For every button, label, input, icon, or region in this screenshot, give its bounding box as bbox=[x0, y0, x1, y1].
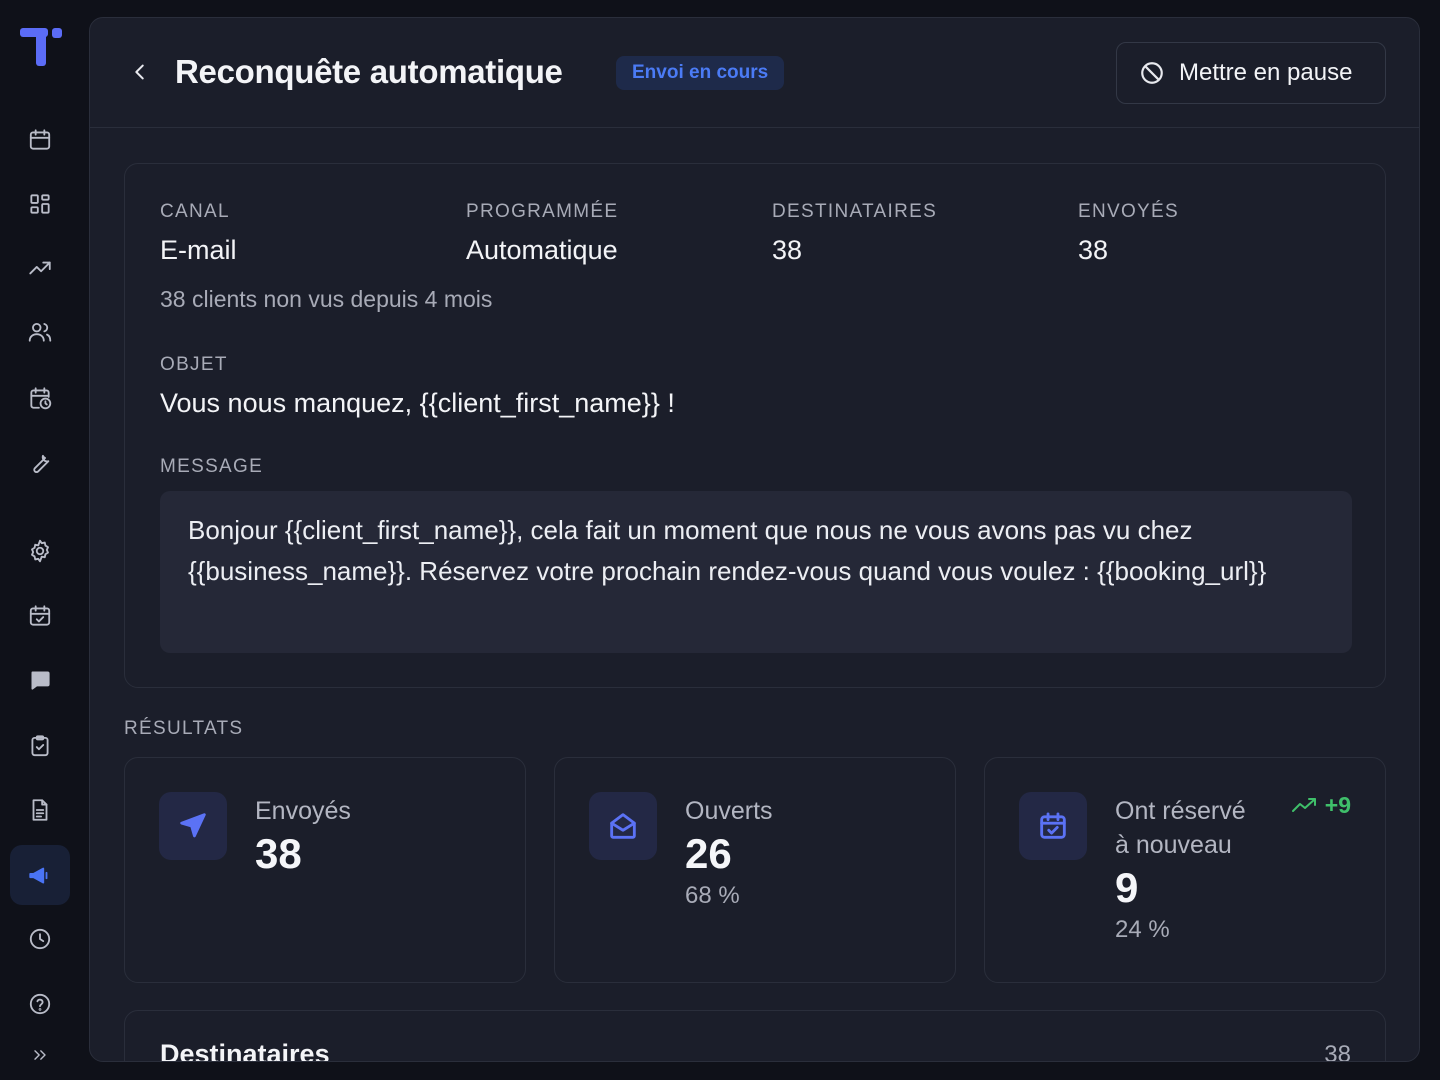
page-title: Reconquête automatique bbox=[175, 53, 563, 90]
megaphone-icon bbox=[29, 867, 48, 884]
recipients-title: Destinataires bbox=[160, 1039, 330, 1062]
sidebar-item-appointments[interactable] bbox=[10, 368, 70, 428]
clock-icon bbox=[29, 928, 51, 950]
stat-icon-rebooked bbox=[1019, 792, 1087, 860]
recipients-count: 38 bbox=[1324, 1041, 1351, 1062]
stat-percent-rebooked: 24 % bbox=[1115, 916, 1170, 943]
subject-value: Vous nous manquez, {{client_first_name}}… bbox=[160, 388, 675, 418]
sidebar-item-services[interactable] bbox=[10, 432, 70, 492]
sidebar-item-dashboard[interactable] bbox=[10, 174, 70, 234]
campaign-header: Reconquête automatique Envoi en cours Me… bbox=[90, 18, 1419, 128]
sidebar-item-calendar[interactable] bbox=[10, 110, 70, 170]
wrench-icon bbox=[33, 454, 50, 473]
sidebar-item-clients[interactable] bbox=[10, 302, 70, 362]
stat-icon-opened bbox=[589, 792, 657, 860]
sent-value: 38 bbox=[1078, 235, 1109, 265]
sidebar-item-tasks[interactable] bbox=[10, 716, 70, 776]
sidebar-item-settings[interactable] bbox=[10, 521, 70, 581]
chat-icon bbox=[31, 671, 50, 690]
sidebar-item-history[interactable] bbox=[10, 909, 70, 969]
sidebar-item-campaigns[interactable] bbox=[10, 845, 70, 905]
users-icon bbox=[28, 322, 52, 342]
sidebar bbox=[0, 0, 80, 1080]
subject-label: OBJET bbox=[160, 354, 228, 375]
trending-up-icon bbox=[1291, 797, 1316, 812]
stat-label-sent: Envoyés bbox=[255, 797, 351, 825]
trending-up-icon bbox=[29, 261, 51, 275]
trend-badge: +9 bbox=[1291, 792, 1351, 819]
sidebar-item-analytics[interactable] bbox=[10, 238, 70, 298]
status-badge: Envoi en cours bbox=[616, 56, 785, 90]
back-button[interactable] bbox=[126, 58, 154, 86]
calendar-check-icon bbox=[1040, 812, 1066, 839]
message-label: MESSAGE bbox=[160, 456, 264, 477]
stat-value-rebooked: 9 bbox=[1115, 864, 1139, 911]
sent-label: ENVOYÉS bbox=[1078, 201, 1179, 222]
channel-label: CANAL bbox=[160, 201, 230, 222]
help-icon bbox=[29, 993, 51, 1015]
scheduled-value: Automatique bbox=[466, 235, 618, 265]
ban-icon bbox=[1141, 62, 1163, 84]
document-icon bbox=[32, 799, 48, 821]
stat-label-rebooked: Ont réservé à nouveau bbox=[1115, 797, 1246, 859]
clipboard-check-icon bbox=[31, 735, 49, 757]
recipients-label: DESTINATAIRES bbox=[772, 201, 938, 222]
chevrons-right-icon bbox=[34, 1050, 46, 1060]
app-logo[interactable] bbox=[20, 28, 62, 68]
trend-value: +9 bbox=[1324, 792, 1351, 818]
send-icon bbox=[180, 813, 206, 838]
chevron-left-icon bbox=[135, 64, 144, 80]
campaign-panel: Reconquête automatique Envoi en cours Me… bbox=[89, 17, 1420, 1062]
pause-button-label: Mettre en pause bbox=[1179, 59, 1353, 86]
audience-description: 38 clients non vus depuis 4 mois bbox=[160, 286, 493, 312]
gear-icon bbox=[31, 539, 49, 563]
calendar-check-icon bbox=[29, 605, 51, 626]
recipients-section[interactable]: Destinataires 38 bbox=[124, 1010, 1386, 1062]
calendar-clock-icon bbox=[30, 387, 52, 410]
stat-value-sent: 38 bbox=[255, 830, 302, 877]
sidebar-expand-button[interactable] bbox=[10, 1035, 70, 1075]
pause-button[interactable]: Mettre en pause bbox=[1116, 42, 1386, 104]
sidebar-item-bookings[interactable] bbox=[10, 586, 70, 646]
app: Reconquête automatique Envoi en cours Me… bbox=[0, 0, 1440, 1080]
campaign-details-card: CANAL E-mail PROGRAMMÉE Automatique DEST… bbox=[124, 163, 1386, 688]
stat-card-sent: Envoyés 38 bbox=[124, 757, 526, 983]
stat-icon-sent bbox=[159, 792, 227, 860]
recipients-value: 38 bbox=[772, 235, 803, 265]
stat-card-opened: Ouverts 26 68 % bbox=[554, 757, 956, 983]
calendar-icon bbox=[29, 129, 51, 150]
sidebar-item-documents[interactable] bbox=[10, 780, 70, 840]
stat-value-opened: 26 bbox=[685, 830, 732, 877]
message-body: Bonjour {{client_first_name}}, cela fait… bbox=[160, 491, 1352, 653]
sidebar-item-help[interactable] bbox=[10, 974, 70, 1034]
stat-percent-opened: 68 % bbox=[685, 882, 740, 909]
stat-card-rebooked: Ont réservé à nouveau +9 9 24 % bbox=[984, 757, 1386, 983]
scheduled-label: PROGRAMMÉE bbox=[466, 201, 619, 222]
channel-value: E-mail bbox=[160, 235, 237, 265]
results-section-title: RÉSULTATS bbox=[124, 718, 244, 739]
mail-open-icon bbox=[610, 813, 636, 839]
sidebar-item-messages[interactable] bbox=[10, 650, 70, 710]
dashboard-icon bbox=[30, 194, 50, 214]
stat-label-opened: Ouverts bbox=[685, 797, 773, 825]
